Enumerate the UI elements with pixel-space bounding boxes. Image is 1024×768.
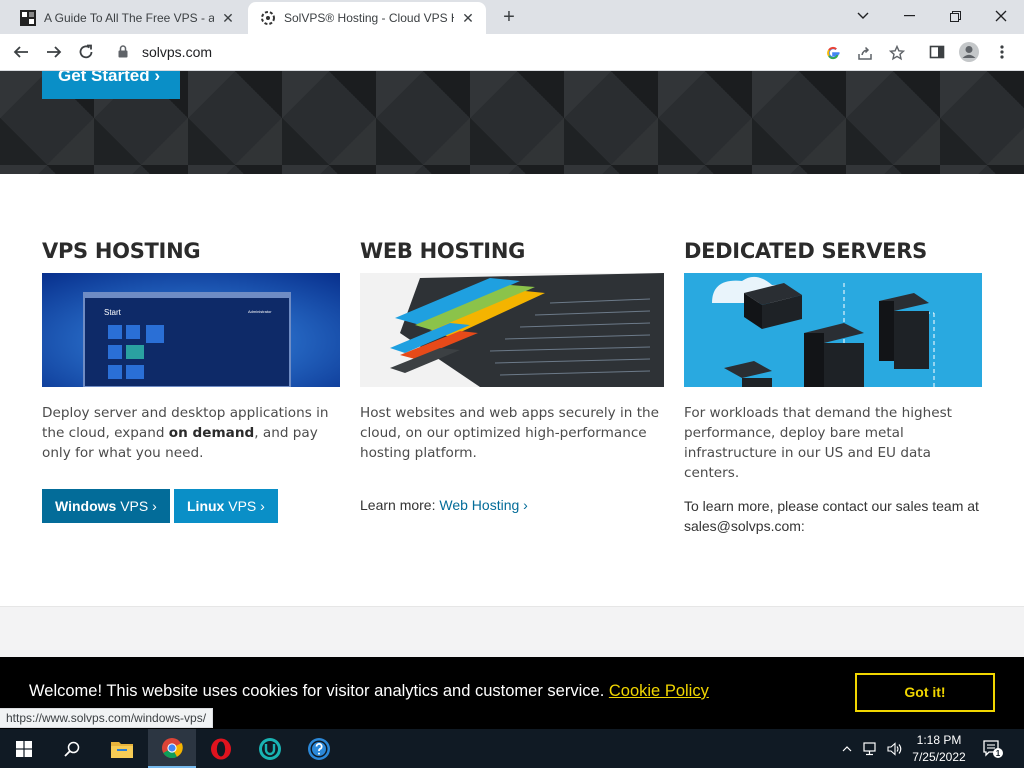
dedicated-servers-heading: DEDICATED SERVERS: [684, 239, 927, 263]
close-window-icon[interactable]: [978, 2, 1024, 30]
cookie-message-text: Welcome! This website uses cookies for v…: [29, 682, 609, 700]
clock-time: 1:18 PM: [916, 733, 962, 747]
tab-strip: A Guide To All The Free VPS - and ✕ SolV…: [0, 0, 1024, 34]
minimize-icon[interactable]: [886, 2, 932, 30]
tab-search-chevron-icon[interactable]: [840, 2, 886, 30]
lock-icon: [118, 45, 128, 58]
dedicated-servers-section: DEDICATED SERVERS For workloads that dem…: [684, 239, 982, 483]
notification-center-icon[interactable]: 1: [978, 729, 1008, 768]
vps-hosting-description: Deploy server and desktop applications i…: [42, 403, 340, 463]
dedicated-servers-description: For workloads that demand the highest pe…: [684, 405, 953, 481]
button-label-bold: Windows: [55, 498, 117, 514]
vps-hosting-heading: VPS HOSTING: [42, 239, 201, 263]
reload-icon[interactable]: [74, 40, 98, 64]
section-divider-band: [0, 606, 1024, 657]
linux-vps-button[interactable]: Linux VPS ›: [174, 489, 278, 523]
taskbar-clock[interactable]: 1:18 PM 7/25/2022: [904, 732, 974, 766]
share-icon[interactable]: [856, 44, 874, 62]
code-editor-image: [360, 273, 664, 387]
button-label: VPS ›: [116, 498, 157, 514]
user-label: Administrator: [248, 309, 272, 314]
opera-icon[interactable]: [197, 729, 245, 768]
file-explorer-icon[interactable]: [98, 729, 146, 768]
windows-start-icon[interactable]: [0, 729, 48, 768]
close-tab-icon[interactable]: ✕: [460, 10, 476, 26]
web-hosting-link[interactable]: Web Hosting ›: [439, 497, 527, 513]
button-label-bold: Linux: [187, 498, 225, 514]
browser-toolbar: solvps.com: [0, 34, 1024, 71]
web-hosting-section: WEB HOSTING Host websites and web apps s…: [360, 239, 664, 463]
tab-title: A Guide To All The Free VPS - and: [44, 11, 214, 25]
search-icon[interactable]: [48, 729, 96, 768]
cookie-policy-link[interactable]: Cookie Policy: [609, 682, 709, 700]
browser-menu-icon[interactable]: [990, 40, 1014, 64]
tab-free-vps-guide[interactable]: A Guide To All The Free VPS - and ✕: [8, 2, 246, 34]
close-tab-icon[interactable]: ✕: [220, 10, 236, 26]
google-translate-icon[interactable]: [824, 44, 842, 62]
tab-solvps[interactable]: SolVPS® Hosting - Cloud VPS Ho ✕: [248, 2, 486, 34]
clock-date: 7/25/2022: [912, 750, 966, 764]
new-tab-button[interactable]: +: [498, 7, 520, 29]
status-bar-url: https://www.solvps.com/windows-vps/: [0, 708, 214, 728]
address-bar[interactable]: solvps.com: [106, 38, 920, 66]
page-viewport: Get Started › VPS HOSTING Start Administ…: [0, 71, 1024, 729]
start-label: Start: [104, 308, 122, 317]
profile-avatar-icon[interactable]: [957, 40, 981, 64]
sales-contact-text: To learn more, please contact our sales …: [684, 498, 979, 534]
windows-desktop-image: Start Administrator: [42, 273, 340, 387]
tab-title: SolVPS® Hosting - Cloud VPS Ho: [284, 11, 454, 25]
side-panel-icon[interactable]: [925, 40, 949, 64]
cookie-message: Welcome! This website uses cookies for v…: [29, 682, 709, 701]
learn-more-label: Learn more:: [360, 497, 440, 513]
button-label: VPS ›: [224, 498, 265, 514]
forward-arrow-icon[interactable]: [42, 40, 66, 64]
notification-count: 1: [996, 749, 1001, 758]
upwork-app-icon[interactable]: [246, 729, 294, 768]
learn-more-line: Learn more: Web Hosting ›: [360, 497, 528, 513]
bookmark-star-icon[interactable]: [888, 44, 906, 62]
hero-banner: Get Started ›: [0, 71, 1024, 174]
web-hosting-heading: WEB HOSTING: [360, 239, 526, 263]
back-arrow-icon[interactable]: [9, 40, 33, 64]
show-hidden-icons-chevron-icon[interactable]: [838, 729, 856, 768]
restore-icon[interactable]: [932, 2, 978, 30]
site-favicon-icon: [20, 10, 36, 26]
cookie-accept-button[interactable]: Got it!: [855, 673, 995, 712]
volume-icon[interactable]: [884, 729, 906, 768]
solvps-favicon-icon: [261, 11, 275, 25]
url-text: solvps.com: [142, 44, 213, 60]
get-started-button[interactable]: Get Started ›: [42, 71, 180, 99]
windows-vps-button[interactable]: Windows VPS ›: [42, 489, 170, 523]
vps-hosting-section: VPS HOSTING Start Administrator Deploy s…: [42, 239, 340, 463]
windows-taskbar: 1:18 PM 7/25/2022 1: [0, 729, 1024, 768]
help-app-icon[interactable]: [295, 729, 343, 768]
web-hosting-description: Host websites and web apps securely in t…: [360, 405, 660, 461]
network-icon[interactable]: [860, 729, 882, 768]
servers-illustration-image: [684, 273, 982, 387]
chrome-taskbar-icon[interactable]: [148, 729, 196, 768]
description-bold: on demand: [168, 425, 255, 441]
